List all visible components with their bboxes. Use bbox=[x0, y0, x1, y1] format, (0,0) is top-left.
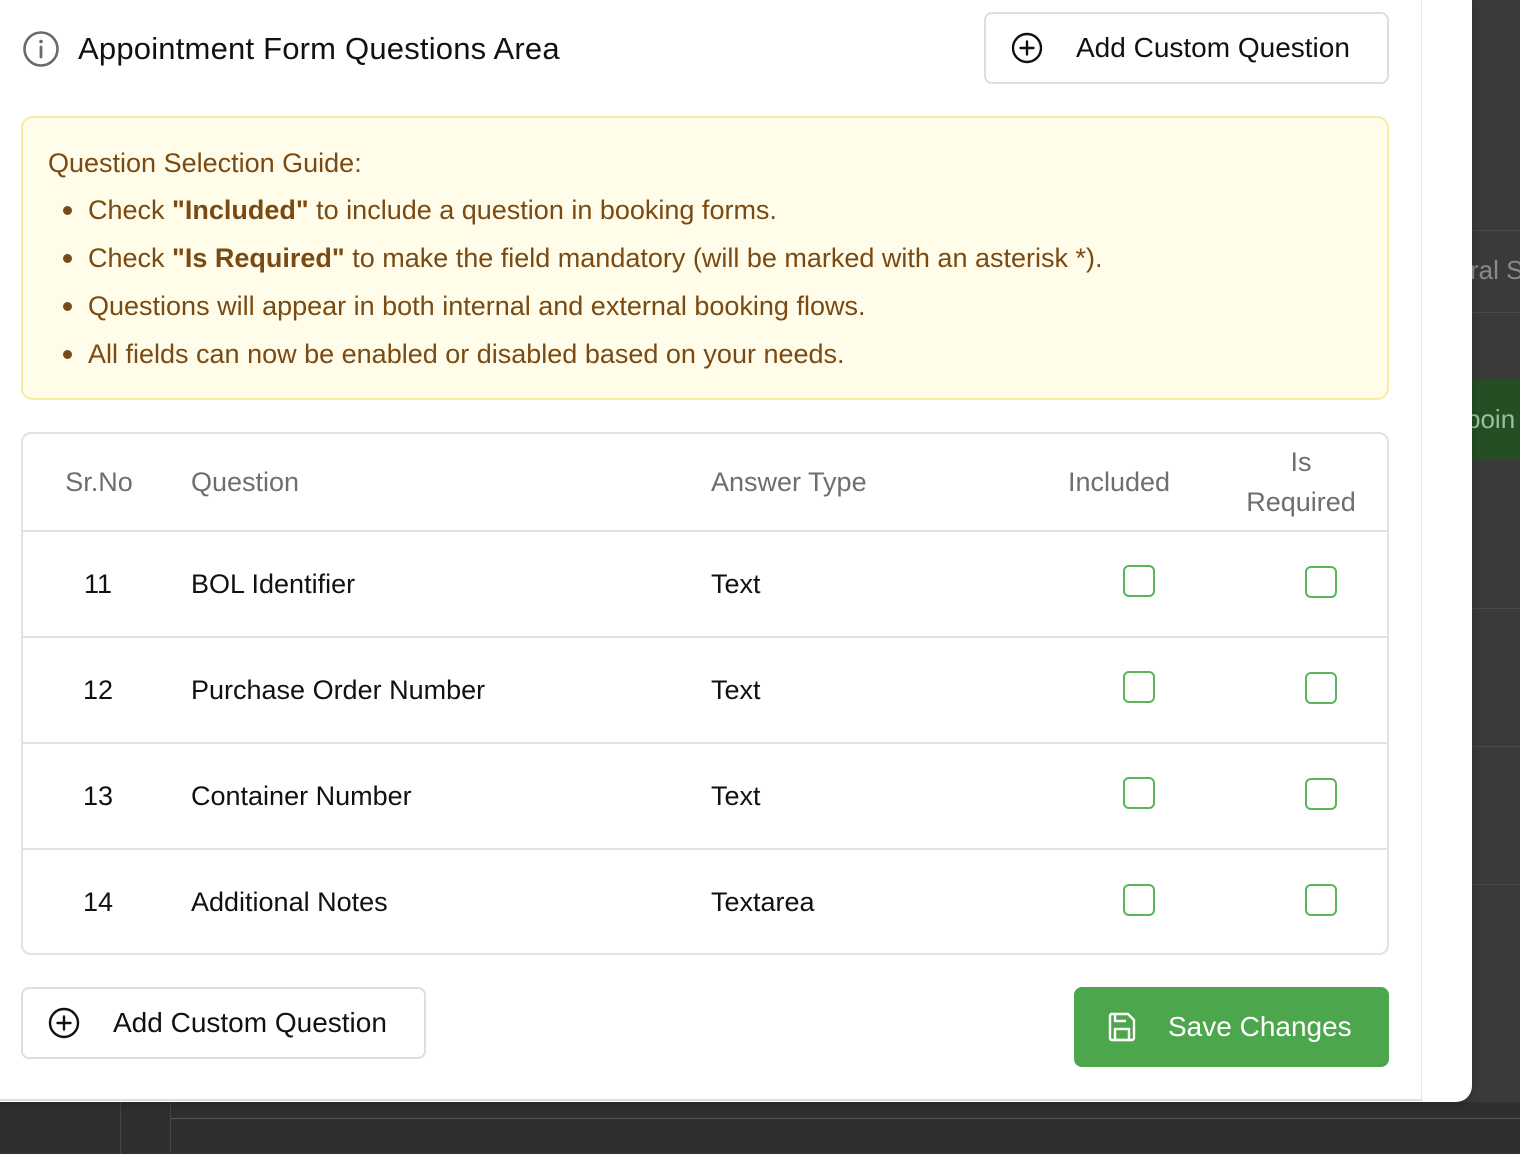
cell-is-required bbox=[1215, 531, 1387, 637]
included-checkbox[interactable] bbox=[1123, 671, 1155, 704]
question-selection-guide: Question Selection Guide: Check "Include… bbox=[21, 116, 1389, 400]
plus-circle-icon bbox=[1011, 32, 1043, 64]
guide-title: Question Selection Guide: bbox=[48, 148, 362, 178]
cell-is-required bbox=[1215, 743, 1387, 849]
add-custom-question-button[interactable]: Add Custom Question bbox=[984, 12, 1389, 84]
column-header-included: Included bbox=[1023, 434, 1215, 532]
cell-sr-no: 12 bbox=[82, 674, 114, 705]
save-changes-label: Save Changes bbox=[1168, 1011, 1352, 1042]
add-custom-question-label: Add Custom Question bbox=[1076, 32, 1350, 63]
save-icon bbox=[1108, 1012, 1136, 1042]
cell-question: Purchase Order Number bbox=[191, 674, 486, 705]
cell-answer-type: Text bbox=[711, 674, 761, 705]
guide-item: Questions will appear in both internal a… bbox=[48, 289, 1363, 337]
table-row: 14 Additional Notes Textarea bbox=[23, 849, 1387, 953]
is-required-checkbox[interactable] bbox=[1305, 884, 1337, 917]
cell-is-required bbox=[1215, 637, 1387, 743]
is-required-checkbox[interactable] bbox=[1305, 777, 1337, 810]
cell-question: Container Number bbox=[191, 780, 412, 811]
cell-included bbox=[1023, 531, 1215, 637]
add-custom-question-button-bottom[interactable]: Add Custom Question bbox=[21, 987, 426, 1059]
column-header-sr-no: Sr.No bbox=[23, 434, 173, 532]
cell-question: BOL Identifier bbox=[191, 568, 356, 599]
cell-question: Additional Notes bbox=[191, 887, 388, 917]
included-checkbox[interactable] bbox=[1123, 565, 1155, 598]
background-divider bbox=[170, 1102, 171, 1154]
table-row: 11 BOL Identifier Text bbox=[23, 531, 1387, 637]
add-custom-question-label: Add Custom Question bbox=[113, 1007, 387, 1038]
background-divider bbox=[170, 1118, 1520, 1119]
guide-item: Check "Included" to include a question i… bbox=[48, 193, 1363, 241]
cell-answer-type: Text bbox=[711, 568, 761, 599]
table-row: 13 Container Number Text bbox=[23, 743, 1387, 849]
cell-sr-no: 13 bbox=[82, 780, 114, 811]
column-header-answer-type: Answer Type bbox=[693, 434, 1023, 532]
included-checkbox[interactable] bbox=[1123, 883, 1155, 916]
cell-sr-no: 14 bbox=[82, 887, 114, 917]
cell-answer-type: Textarea bbox=[711, 887, 815, 917]
modal-scroll-edge bbox=[1421, 0, 1422, 1102]
page-title: Appointment Form Questions Area bbox=[22, 28, 560, 70]
info-icon bbox=[23, 31, 59, 67]
cell-is-required bbox=[1215, 849, 1387, 953]
save-changes-button[interactable]: Save Changes bbox=[1074, 987, 1389, 1067]
guide-list: Check "Included" to include a question i… bbox=[48, 193, 1363, 385]
cell-answer-type: Text bbox=[711, 780, 761, 811]
modal-bottom-edge bbox=[0, 1099, 1422, 1101]
background-text: ral S bbox=[1470, 255, 1520, 285]
cell-sr-no: 11 bbox=[83, 568, 113, 599]
cell-included bbox=[1023, 743, 1215, 849]
questions-modal: Appointment Form Questions Area Add Cust… bbox=[0, 0, 1472, 1102]
included-checkbox[interactable] bbox=[1123, 777, 1155, 810]
column-header-question: Question bbox=[173, 434, 693, 532]
is-required-checkbox[interactable] bbox=[1305, 565, 1337, 598]
guide-item: Check "Is Required" to make the field ma… bbox=[48, 241, 1363, 289]
background-divider bbox=[120, 1102, 121, 1154]
guide-item: All fields can now be enabled or disable… bbox=[48, 337, 1363, 385]
cell-included bbox=[1023, 637, 1215, 743]
column-header-is-required: Is Required bbox=[1215, 434, 1387, 532]
plus-circle-icon bbox=[48, 1007, 80, 1039]
background-button-text: poin bbox=[1466, 404, 1516, 434]
questions-table: Sr.No Question Answer Type Included Is R… bbox=[21, 432, 1389, 955]
table-header-row: Sr.No Question Answer Type Included Is R… bbox=[23, 434, 1387, 532]
table-row: 12 Purchase Order Number Text bbox=[23, 637, 1387, 743]
page-title-text: Appointment Form Questions Area bbox=[78, 31, 560, 66]
is-required-checkbox[interactable] bbox=[1305, 671, 1337, 704]
cell-included bbox=[1023, 849, 1215, 953]
